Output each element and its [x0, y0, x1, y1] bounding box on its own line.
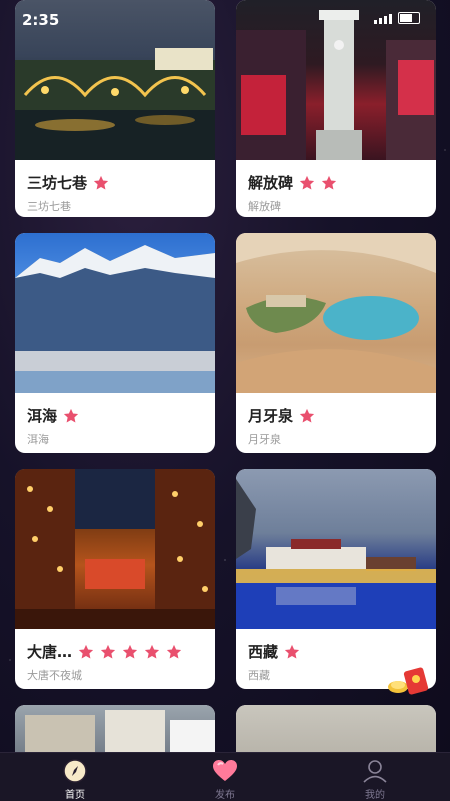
- tab-label: 发布: [215, 790, 235, 801]
- card-title-row: 洱海: [27, 405, 80, 426]
- attraction-image: [236, 233, 436, 393]
- attraction-image: [236, 469, 436, 629]
- user-icon: [362, 758, 388, 784]
- rating-stars: [298, 174, 338, 192]
- card-title-row: 三坊七巷: [27, 172, 110, 193]
- rating-stars: [298, 407, 316, 425]
- battery-icon: [398, 12, 420, 24]
- card-subtitle: 解放碑: [248, 200, 281, 213]
- card-title-row: 西藏: [248, 641, 301, 662]
- star-icon: [298, 407, 316, 425]
- card-title: 大唐…: [27, 643, 73, 661]
- star-icon: [283, 643, 301, 661]
- tab-label: 首页: [65, 790, 85, 801]
- star-icon: [62, 407, 80, 425]
- card-title: 三坊七巷: [27, 174, 88, 192]
- card-title-row: 大唐…: [27, 641, 183, 662]
- card-subtitle: 西藏: [248, 669, 270, 682]
- star-icon: [298, 174, 316, 192]
- card-subtitle: 洱海: [27, 433, 49, 446]
- rating-stars: [77, 643, 183, 661]
- tab-publish[interactable]: 发布: [150, 753, 300, 801]
- star-icon: [121, 643, 139, 661]
- star-icon: [143, 643, 161, 661]
- signal-icon: [374, 14, 392, 24]
- rating-stars: [283, 643, 301, 661]
- card-subtitle: 月牙泉: [248, 433, 281, 446]
- status-icons: [374, 12, 420, 24]
- tab-mine[interactable]: 我的: [300, 753, 450, 801]
- attraction-card[interactable]: 月牙泉 月牙泉: [236, 233, 436, 453]
- star-icon: [77, 643, 95, 661]
- card-title-row: 月牙泉: [248, 405, 316, 426]
- card-subtitle: 三坊七巷: [27, 200, 71, 213]
- rating-stars: [62, 407, 80, 425]
- card-title: 洱海: [27, 407, 58, 425]
- status-bar: 2:35: [0, 0, 450, 34]
- heart-icon: [212, 758, 238, 784]
- attraction-card[interactable]: 大唐… 大唐不夜城: [15, 469, 215, 689]
- attraction-image: [15, 469, 215, 629]
- card-title-row: 解放碑: [248, 172, 338, 193]
- card-title: 西藏: [248, 643, 279, 661]
- card-subtitle: 大唐不夜城: [27, 669, 82, 682]
- star-icon: [165, 643, 183, 661]
- bottom-tab-bar: 首页 发布 我的: [0, 752, 450, 801]
- star-icon: [92, 174, 110, 192]
- status-time: 2:35: [22, 11, 60, 29]
- compass-icon: [62, 758, 88, 784]
- attraction-card[interactable]: 洱海 洱海: [15, 233, 215, 453]
- attraction-card[interactable]: 西藏 西藏: [236, 469, 436, 689]
- tab-home[interactable]: 首页: [0, 753, 150, 801]
- star-icon: [320, 174, 338, 192]
- rating-stars: [92, 174, 110, 192]
- attraction-image: [15, 233, 215, 393]
- tab-label: 我的: [365, 790, 385, 801]
- star-icon: [99, 643, 117, 661]
- card-title: 解放碑: [248, 174, 294, 192]
- red-packet-icon[interactable]: [386, 667, 432, 697]
- card-title: 月牙泉: [248, 407, 294, 425]
